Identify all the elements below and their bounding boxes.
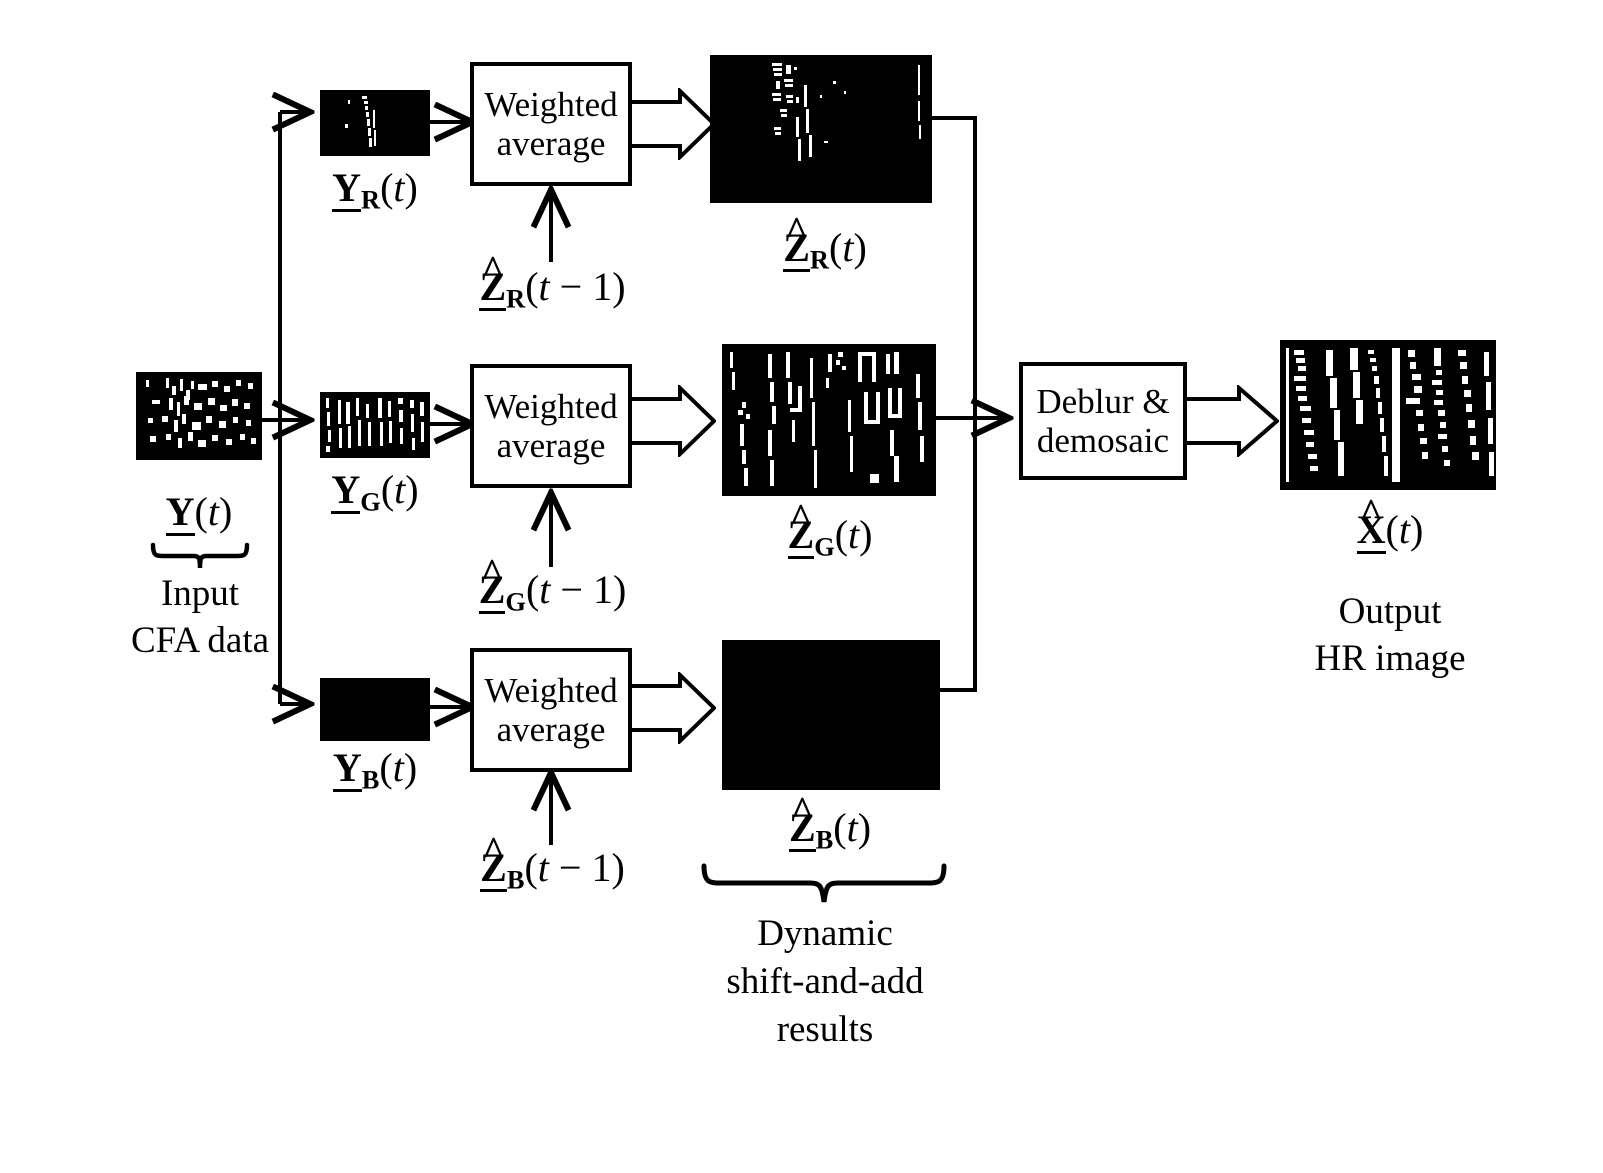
- input-symbol-label: Y(t): [165, 489, 233, 536]
- deblur-line1: Deblur &: [1036, 381, 1170, 421]
- deblur-demosaic-box[interactable]: Deblur & demosaic: [1019, 362, 1187, 480]
- z-b-thumbnail: [722, 640, 940, 790]
- input-caption-line1: Input: [160, 573, 240, 614]
- output-caption-line1: Output: [1338, 591, 1442, 632]
- cfa-input-thumbnail: [136, 372, 262, 460]
- block-arrow-output: [1185, 385, 1279, 457]
- z-b-feedback-label: ^ ZB(t − 1): [480, 828, 625, 895]
- weighted-average-b-line1: Weighted: [484, 670, 618, 710]
- z-b-output-label: ^ ZB(t): [788, 788, 872, 855]
- y-g-thumbnail: [320, 392, 430, 458]
- input-brace: [150, 542, 250, 569]
- shift-and-add-caption-line2: shift-and-add: [726, 961, 924, 1002]
- weighted-average-g-line2: average: [496, 426, 606, 465]
- y-r-thumbnail: [320, 90, 430, 156]
- input-caption-line2: CFA data: [130, 620, 270, 661]
- z-r-output-label: ^ ZR(t): [783, 208, 867, 275]
- block-arrow-b: [630, 672, 716, 744]
- y-b-symbol-label: YB(t): [332, 745, 418, 795]
- z-r-feedback-label: ^ ZR(t − 1): [479, 247, 626, 314]
- weighted-average-b-line2: average: [496, 710, 606, 749]
- shift-and-add-caption-line1: Dynamic: [757, 913, 893, 954]
- weighted-average-g-line1: Weighted: [484, 386, 618, 426]
- weighted-average-box-b[interactable]: Weighted average: [470, 648, 632, 772]
- block-arrow-g: [630, 385, 716, 457]
- weighted-average-box-g[interactable]: Weighted average: [470, 364, 632, 488]
- weighted-average-r-line1: Weighted: [484, 84, 618, 124]
- hr-output-thumbnail: [1280, 340, 1496, 490]
- y-g-symbol-label: YG(t): [331, 467, 419, 517]
- output-caption-line2: HR image: [1314, 638, 1466, 679]
- y-b-thumbnail: [320, 678, 430, 741]
- z-g-output-label: ^ ZG(t): [787, 495, 873, 562]
- deblur-line2: demosaic: [1036, 421, 1170, 460]
- shift-and-add-caption-line3: results: [776, 1009, 874, 1050]
- z-r-thumbnail: [710, 55, 932, 203]
- y-r-symbol-label: YR(t): [332, 165, 418, 215]
- z-g-feedback-label: ^ ZG(t − 1): [478, 550, 627, 617]
- block-arrow-r: [630, 88, 716, 160]
- diagram-canvas: Y(t) Input CFA data YR(t) Weighted avera…: [0, 0, 1603, 1173]
- weighted-average-r-line2: average: [496, 124, 606, 163]
- shift-and-add-brace: [701, 863, 947, 903]
- z-g-thumbnail: [722, 344, 936, 496]
- weighted-average-box-r[interactable]: Weighted average: [470, 62, 632, 186]
- output-symbol-label: ^ X(t): [1356, 490, 1424, 554]
